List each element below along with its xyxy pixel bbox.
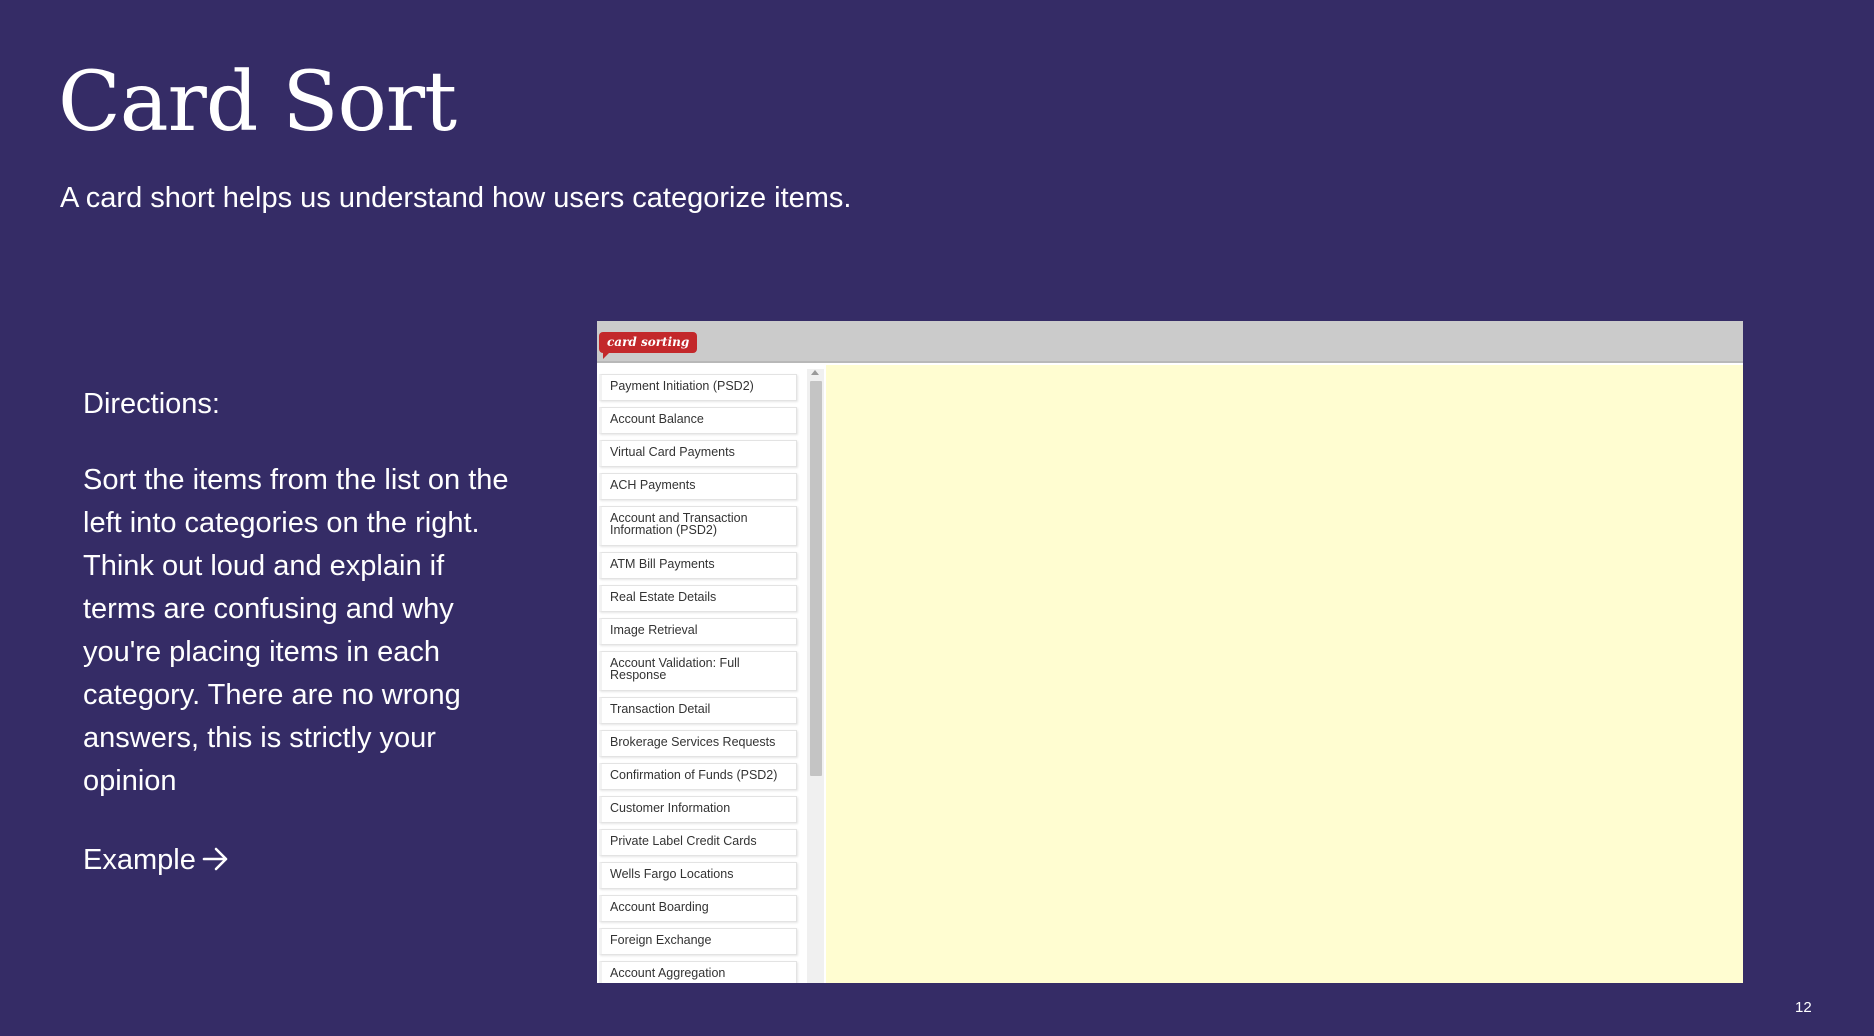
card-item[interactable]: Payment Initiation (PSD2) xyxy=(599,374,797,401)
card-list: Payment Initiation (PSD2) Account Balanc… xyxy=(597,369,799,983)
card-item[interactable]: Account Validation: Full Response xyxy=(599,651,797,691)
category-drop-area[interactable] xyxy=(826,365,1743,983)
card-item[interactable]: Virtual Card Payments xyxy=(599,440,797,467)
example-link[interactable]: Example xyxy=(83,840,230,883)
directions-body: Sort the items from the list on the left… xyxy=(83,464,509,797)
card-item[interactable]: Wells Fargo Locations xyxy=(599,862,797,889)
card-app-header: card sorting xyxy=(597,321,1743,363)
card-item[interactable]: Customer Information xyxy=(599,796,797,823)
card-item[interactable]: Private Label Credit Cards xyxy=(599,829,797,856)
card-item[interactable]: Transaction Detail xyxy=(599,697,797,724)
card-item[interactable]: Account Aggregation xyxy=(599,961,797,983)
card-sorting-logo: card sorting xyxy=(599,332,698,359)
card-item[interactable]: Real Estate Details xyxy=(599,585,797,612)
page-number: 12 xyxy=(1795,999,1812,1016)
scroll-thumb[interactable] xyxy=(810,381,822,776)
card-item[interactable]: Account Balance xyxy=(599,407,797,434)
card-item[interactable]: Confirmation of Funds (PSD2) xyxy=(599,763,797,790)
card-item[interactable]: Account and Transaction Information (PSD… xyxy=(599,506,797,546)
card-item[interactable]: ATM Bill Payments xyxy=(599,552,797,579)
card-item[interactable]: Account Boarding xyxy=(599,895,797,922)
directions-heading: Directions: xyxy=(83,388,220,420)
card-sorting-screenshot: card sorting Payment Initiation (PSD2) A… xyxy=(597,321,1743,983)
card-list-scrollbar[interactable] xyxy=(807,369,824,983)
arrow-right-icon xyxy=(202,843,230,883)
card-item[interactable]: Image Retrieval xyxy=(599,618,797,645)
slide-title: Card Sort xyxy=(58,55,457,150)
card-item[interactable]: Foreign Exchange xyxy=(599,928,797,955)
example-label: Example xyxy=(83,844,196,876)
card-item[interactable]: ACH Payments xyxy=(599,473,797,500)
scroll-up-arrow-icon[interactable] xyxy=(811,370,819,375)
slide-subtitle: A card short helps us understand how use… xyxy=(60,182,852,214)
card-item[interactable]: Brokerage Services Requests xyxy=(599,730,797,757)
